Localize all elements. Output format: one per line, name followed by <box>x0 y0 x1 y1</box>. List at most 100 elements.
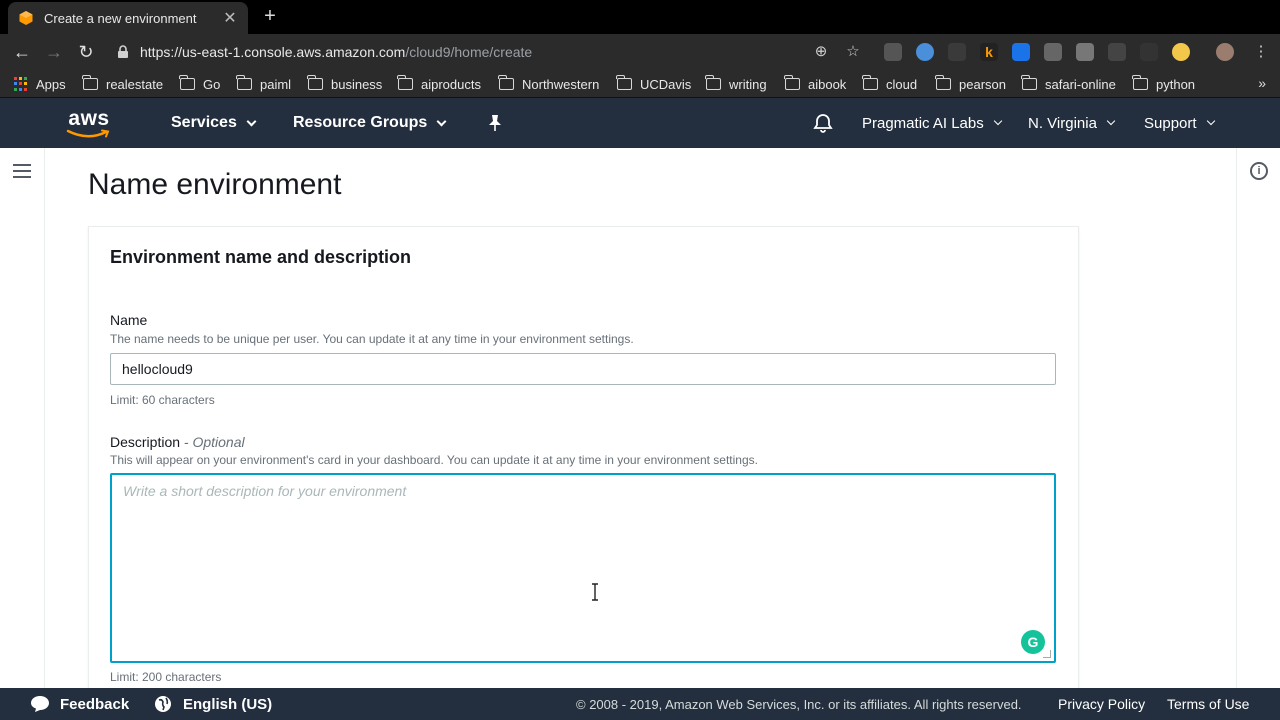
description-hint: This will appear on your environment's c… <box>110 453 758 467</box>
extension-icon[interactable] <box>1012 43 1030 61</box>
description-label-text: Description <box>110 434 181 450</box>
lock-icon <box>118 45 128 58</box>
bookmark-label: safari-online <box>1045 76 1116 92</box>
folder-icon <box>397 75 413 90</box>
bookmark-folder[interactable]: cloud <box>862 75 918 92</box>
folder-icon <box>616 75 632 90</box>
pin-icon[interactable] <box>487 98 503 148</box>
description-label: Description - Optional <box>110 434 245 450</box>
bookmark-label: aiproducts <box>421 76 481 92</box>
hamburger-menu-icon[interactable] <box>13 164 31 178</box>
bookmark-folder[interactable]: aiproducts <box>397 75 481 92</box>
aws-top-navigation: aws Services Resource Groups Pragmatic A… <box>0 98 1280 148</box>
extension-icon[interactable] <box>1108 43 1126 61</box>
services-menu[interactable]: Services <box>171 98 257 148</box>
bookmark-label: writing <box>729 76 767 92</box>
bookmark-label: python <box>1156 76 1196 92</box>
url-host: https://us-east-1.console.aws.amazon.com <box>140 44 406 60</box>
feedback-label: Feedback <box>60 695 130 713</box>
account-menu[interactable]: Pragmatic AI Labs <box>862 98 1002 148</box>
bookmark-label: UCDavis <box>640 76 692 92</box>
folder-icon <box>862 75 878 90</box>
feedback-button[interactable]: Feedback <box>30 688 129 720</box>
bookmark-label: Apps <box>36 76 66 92</box>
folder-icon <box>784 75 800 90</box>
chevron-down-icon <box>1206 116 1215 126</box>
region-label: N. Virginia <box>1028 114 1097 132</box>
recycle-extension-icon[interactable] <box>948 43 966 61</box>
page-title: Name environment <box>88 168 342 201</box>
privacy-policy-link[interactable]: Privacy Policy <box>1058 688 1145 720</box>
bookmark-folder[interactable]: safari-online <box>1021 75 1116 92</box>
aws-logo[interactable]: aws <box>66 98 112 148</box>
new-tab-icon[interactable]: + <box>260 5 280 28</box>
account-label: Pragmatic AI Labs <box>862 114 984 132</box>
k-extension-icon[interactable]: k <box>980 43 998 61</box>
bookmark-label: realestate <box>106 76 164 92</box>
bookmark-folder[interactable]: writing <box>705 75 767 92</box>
chevron-down-icon <box>993 116 1002 126</box>
bookmark-label: Northwestern <box>522 76 600 92</box>
bookmark-folder[interactable]: business <box>307 75 383 92</box>
back-arrow-icon[interactable]: ← <box>12 42 32 62</box>
reload-icon[interactable]: ↻ <box>76 42 96 62</box>
terms-of-use-link[interactable]: Terms of Use <box>1167 688 1249 720</box>
bookmark-folder[interactable]: realestate <box>82 75 164 92</box>
bookmark-label: business <box>331 76 383 92</box>
folder-icon <box>705 75 721 90</box>
copyright-text: © 2008 - 2019, Amazon Web Services, Inc.… <box>576 696 1022 712</box>
smiley-extension-icon[interactable] <box>1172 43 1190 61</box>
language-selector[interactable]: English (US) <box>154 688 272 720</box>
grammarly-icon[interactable]: G <box>1021 630 1045 654</box>
support-menu[interactable]: Support <box>1144 98 1215 148</box>
bookmark-folder[interactable]: paiml <box>236 75 292 92</box>
folder-icon <box>179 75 195 90</box>
apps-grid-icon <box>14 77 28 91</box>
extension-icon[interactable] <box>916 43 934 61</box>
forward-arrow-icon[interactable]: → <box>44 42 64 62</box>
notification-bell-icon[interactable] <box>813 98 833 148</box>
drive-extension-icon[interactable] <box>1076 43 1094 61</box>
bookmark-folder[interactable]: aibook <box>784 75 847 92</box>
chevron-down-icon <box>1106 116 1116 126</box>
close-tab-icon[interactable]: ✕ <box>222 8 238 28</box>
bookmark-label: paiml <box>260 76 292 92</box>
optional-tag: - Optional <box>183 434 245 450</box>
folder-icon <box>935 75 951 90</box>
text-cursor-icon <box>592 583 598 601</box>
bookmark-label: cloud <box>886 76 918 92</box>
name-hint: The name needs to be unique per user. Yo… <box>110 332 634 346</box>
resize-handle-icon[interactable] <box>1043 650 1051 658</box>
bookmarks-overflow-icon[interactable]: » <box>1258 75 1266 91</box>
profile-avatar[interactable] <box>1216 43 1234 61</box>
folder-icon <box>307 75 323 90</box>
bookmark-folder[interactable]: python <box>1132 75 1196 92</box>
region-menu[interactable]: N. Virginia <box>1028 98 1116 148</box>
bookmark-star-icon[interactable]: ☆ <box>844 43 862 61</box>
language-label: English (US) <box>183 695 273 713</box>
name-limit: Limit: 60 characters <box>110 393 215 407</box>
location-extension-icon[interactable] <box>1044 43 1062 61</box>
resource-groups-menu[interactable]: Resource Groups <box>293 98 447 148</box>
bookmark-folder[interactable]: Go <box>179 75 220 92</box>
bookmark-folder[interactable]: Northwestern <box>498 75 600 92</box>
folder-icon <box>82 75 98 90</box>
environment-description-textarea[interactable] <box>110 473 1056 663</box>
shield-extension-icon[interactable] <box>1140 43 1158 61</box>
name-label: Name <box>110 312 148 328</box>
bookmark-folder[interactable]: UCDavis <box>616 75 692 92</box>
info-icon[interactable]: i <box>1250 162 1268 180</box>
bookmark-folder[interactable]: pearson <box>935 75 1006 92</box>
browser-menu-icon[interactable]: ⋮ <box>1252 43 1270 61</box>
bookmark-label: aibook <box>808 76 847 92</box>
browser-tab[interactable]: Create a new environment ✕ <box>8 2 248 34</box>
ublock-extension-icon[interactable] <box>884 43 902 61</box>
description-limit: Limit: 200 characters <box>110 670 222 684</box>
url-text: https://us-east-1.console.aws.amazon.com… <box>140 44 532 60</box>
zoom-icon[interactable]: ⊕ <box>812 43 830 61</box>
services-label: Services <box>171 114 237 131</box>
environment-name-input[interactable] <box>110 353 1056 385</box>
address-bar[interactable]: https://us-east-1.console.aws.amazon.com… <box>106 38 876 66</box>
bookmark-apps[interactable]: Apps <box>14 76 66 92</box>
browser-toolbar: ← → ↻ https://us-east-1.console.aws.amaz… <box>0 34 1280 70</box>
